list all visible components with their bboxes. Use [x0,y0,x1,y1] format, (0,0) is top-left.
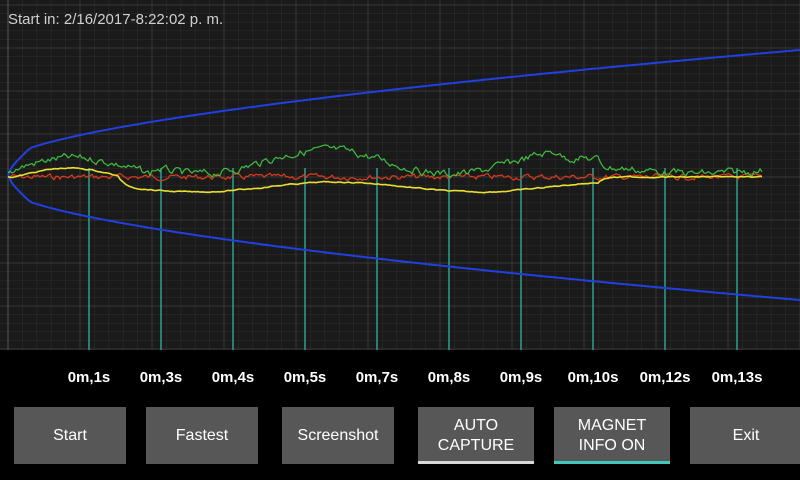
fastest-button[interactable]: Fastest [146,407,258,464]
upper-envelope [7,49,800,176]
magnet-info-indicator [554,461,670,464]
time-tick-label: 0m,3s [139,369,183,386]
time-tick-label: 0m,10s [567,369,619,386]
start-button-label: Start [53,426,87,444]
plot-canvas [0,0,800,350]
auto-capture-label: AUTO CAPTURE [437,416,515,454]
start-timestamp: Start in: 2/16/2017-8:22:02 p. m. [8,11,224,28]
start-button[interactable]: Start [14,407,126,464]
time-tick-label: 0m,8s [427,369,471,386]
time-tick-label: 0m,5s [283,369,327,386]
time-tick-label: 0m,4s [211,369,255,386]
magnet-info-label: MAGNET INFO ON [577,416,647,454]
exit-button[interactable]: Exit [690,407,800,464]
time-tick-label: 0m,13s [711,369,763,386]
time-tick-label: 0m,1s [67,369,111,386]
plot-grid [0,0,800,350]
magnet-info-toggle[interactable]: MAGNET INFO ON [554,407,670,464]
fastest-button-label: Fastest [175,426,229,444]
time-tick-label: 0m,7s [355,369,399,386]
screenshot-button-label: Screenshot [297,426,379,444]
exit-button-label: Exit [732,426,760,444]
time-tick-label: 0m,12s [639,369,691,386]
auto-capture-toggle[interactable]: AUTO CAPTURE [418,407,534,464]
screenshot-button[interactable]: Screenshot [282,407,394,464]
auto-capture-indicator [418,461,534,464]
green-trace [7,144,763,178]
time-markers [88,168,738,350]
yellow-trace [7,166,763,194]
signal-plot: Start in: 2/16/2017-8:22:02 p. m. [0,0,800,350]
time-tick-label: 0m,9s [499,369,543,386]
